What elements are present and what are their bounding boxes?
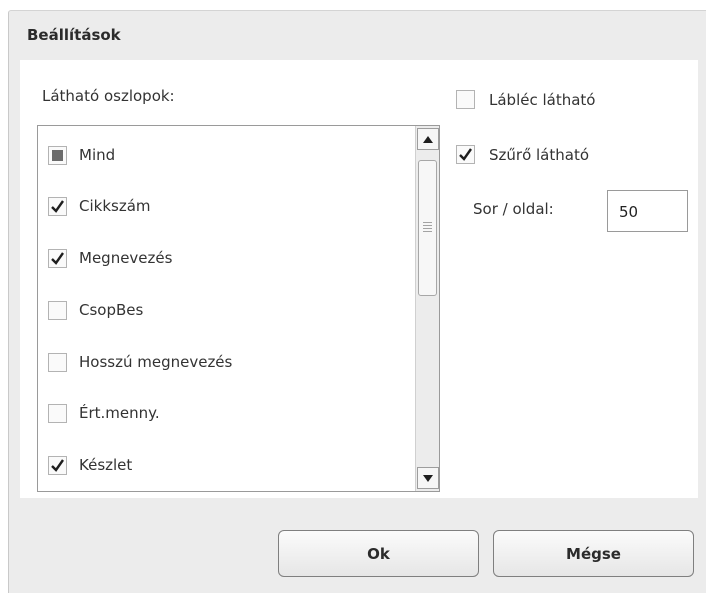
- cancel-button[interactable]: Mégse: [493, 530, 694, 577]
- column-item-keszlet[interactable]: Készlet: [48, 450, 132, 480]
- dialog-title: Beállítások: [27, 26, 121, 44]
- checkbox-unchecked[interactable]: [48, 352, 67, 372]
- filter-visible-option[interactable]: Szűrő látható: [456, 145, 589, 164]
- indeterminate-mark-icon: [52, 149, 63, 161]
- column-item-hosszu-megnevezes[interactable]: Hosszú megnevezés: [48, 347, 232, 377]
- checkmark-icon: [51, 199, 64, 213]
- checkmark-icon: [459, 148, 472, 161]
- filter-visible-label: Szűrő látható: [489, 145, 590, 164]
- column-item-megnevezes[interactable]: Megnevezés: [48, 243, 172, 273]
- checkmark-icon: [51, 458, 64, 472]
- checkbox-indeterminate[interactable]: [48, 145, 67, 165]
- ok-button[interactable]: Ok: [278, 530, 479, 577]
- column-item-label: Készlet: [79, 456, 133, 474]
- listbox-scrollbar[interactable]: [415, 126, 439, 491]
- footer-visible-option[interactable]: Lábléc látható: [456, 90, 595, 109]
- rows-per-page-input[interactable]: 50: [607, 190, 688, 232]
- scroll-down-button[interactable]: [417, 467, 439, 489]
- scroll-up-button[interactable]: [417, 128, 439, 150]
- column-item-label: Hosszú megnevezés: [79, 353, 233, 371]
- checkmark-icon: [51, 251, 64, 265]
- columns-listbox[interactable]: Mind Cikkszám Megnevezés CsopBes Hosszú …: [37, 125, 440, 492]
- filter-visible-checkbox[interactable]: [456, 145, 475, 164]
- arrow-up-icon: [423, 135, 433, 143]
- column-item-label: Megnevezés: [79, 249, 173, 267]
- column-item-label: Mind: [79, 146, 116, 164]
- footer-visible-label: Lábléc látható: [489, 90, 596, 109]
- rows-per-page-label: Sor / oldal:: [473, 200, 554, 218]
- arrow-down-icon: [423, 474, 433, 482]
- column-item-cikkszam[interactable]: Cikkszám: [48, 191, 151, 221]
- column-item-ert-menny[interactable]: Ért.menny.: [48, 398, 160, 428]
- checkbox-checked[interactable]: [48, 455, 67, 475]
- column-item-csopbes[interactable]: CsopBes: [48, 295, 143, 325]
- scroll-thumb[interactable]: [418, 160, 437, 296]
- grip-icon: [423, 222, 432, 234]
- checkbox-unchecked[interactable]: [48, 403, 67, 423]
- column-item-label: Ért.menny.: [79, 404, 160, 422]
- column-item-label: Cikkszám: [79, 197, 151, 215]
- checkbox-checked[interactable]: [48, 196, 67, 216]
- column-item-label: CsopBes: [79, 301, 144, 319]
- checkbox-checked[interactable]: [48, 248, 67, 268]
- visible-columns-label: Látható oszlopok:: [42, 87, 175, 105]
- checkbox-unchecked[interactable]: [48, 300, 67, 320]
- column-item-mind[interactable]: Mind: [48, 140, 115, 170]
- footer-visible-checkbox[interactable]: [456, 90, 475, 109]
